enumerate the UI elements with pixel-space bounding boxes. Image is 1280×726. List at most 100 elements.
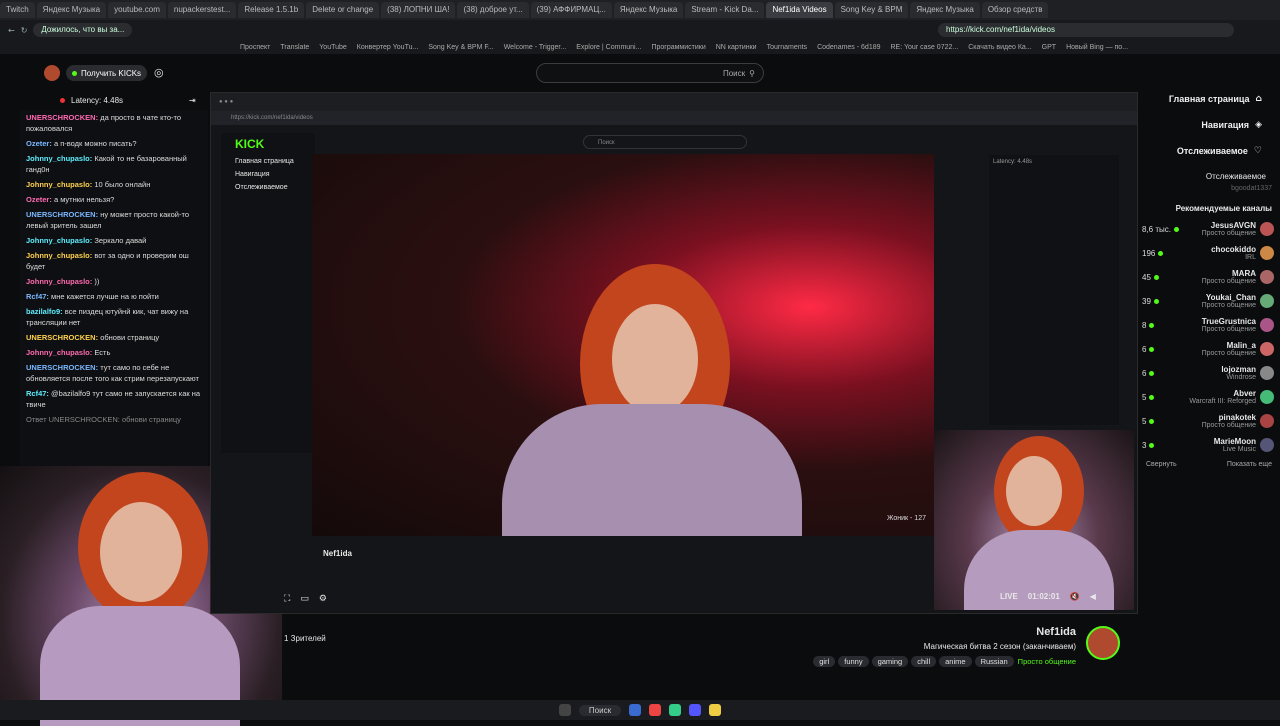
settings-icon[interactable]: ⚙ bbox=[319, 594, 327, 604]
chat-username[interactable]: Johnny_chupaslo: bbox=[26, 236, 92, 245]
browser-tab[interactable]: nupackerstest... bbox=[167, 2, 237, 18]
bookmark-item[interactable]: Translate bbox=[280, 44, 309, 51]
chrome-icon[interactable] bbox=[669, 704, 682, 716]
taskbar-search[interactable]: Поиск bbox=[578, 704, 622, 716]
recommended-channel[interactable]: 39 Youkai_Chan Просто общение bbox=[1138, 289, 1280, 313]
browser-tab[interactable]: Stream - Kick Da... bbox=[685, 2, 765, 18]
bookmark-item[interactable]: Конвертер YouTu... bbox=[357, 44, 419, 51]
collapse-chat-icon[interactable]: ⇥ bbox=[189, 96, 196, 105]
reload-icon[interactable]: ↻ bbox=[21, 26, 28, 35]
browser-tab[interactable]: (38) ЛОПНИ ША! bbox=[381, 2, 456, 18]
browser-tab[interactable]: Song Key & BPM bbox=[834, 2, 909, 18]
bookmark-item[interactable]: Программистики bbox=[651, 44, 705, 51]
stream-tag[interactable]: chill bbox=[911, 656, 937, 667]
bookmark-item[interactable]: NN картинки bbox=[716, 44, 757, 51]
bookmark-item[interactable]: Скачать видео Ка... bbox=[968, 44, 1031, 51]
bookmark-item[interactable]: Explore | Communi... bbox=[576, 44, 641, 51]
chat-username[interactable]: Ozeter: bbox=[26, 139, 52, 148]
chat-username[interactable]: Johnny_chupaslo: bbox=[26, 251, 92, 260]
chat-username[interactable]: Johnny_chupaslo: bbox=[26, 154, 92, 163]
bookmark-item[interactable]: GPT bbox=[1042, 44, 1056, 51]
browser-tab[interactable]: (38) доброе ут... bbox=[457, 2, 529, 18]
search-input[interactable]: Поиск ⚲ bbox=[536, 63, 764, 83]
discord-icon[interactable] bbox=[689, 704, 702, 716]
recommended-channel[interactable]: 45 MARA Просто общение bbox=[1138, 265, 1280, 289]
recommended-channel[interactable]: 5 Abver Warcraft III: Reforged bbox=[1138, 385, 1280, 409]
browser-tab[interactable]: Nef1ida Videos bbox=[766, 2, 833, 18]
theater-icon[interactable]: ▭ bbox=[300, 594, 309, 604]
browser-icon[interactable] bbox=[629, 704, 642, 716]
recommended-channel[interactable]: 3 MarieMoon Live Music bbox=[1138, 433, 1280, 457]
following-user[interactable]: bgoodat1337 bbox=[1138, 183, 1280, 200]
stream-tag[interactable]: funny bbox=[838, 656, 869, 667]
chat-username[interactable]: bazilalfo9: bbox=[26, 307, 63, 316]
fullscreen-icon[interactable]: ⛶ bbox=[284, 594, 290, 604]
recommended-channel[interactable]: 6 lojozman Windrose bbox=[1138, 361, 1280, 385]
avatar[interactable] bbox=[44, 65, 60, 81]
stream-tag[interactable]: anime bbox=[939, 656, 972, 667]
show-more-link[interactable]: Показать еще bbox=[1227, 461, 1272, 468]
recommended-channel[interactable]: 196 chocokiddo IRL bbox=[1138, 241, 1280, 265]
stream-tag[interactable]: Russian bbox=[974, 656, 1014, 667]
recommended-channel[interactable]: 8 TrueGrustnica Просто общение bbox=[1138, 313, 1280, 337]
nav-browse[interactable]: Навигация ◈ bbox=[1138, 112, 1280, 138]
profile-chip[interactable]: Дожилось, что вы за... bbox=[33, 23, 133, 37]
browser-tab[interactable]: Release 1.5.1b bbox=[238, 2, 305, 18]
bookmark-item[interactable]: YouTube bbox=[319, 44, 347, 51]
nav-home[interactable]: Главная страница ⌂ bbox=[1138, 86, 1280, 112]
chat-username[interactable]: UNERSCHROCKEN: bbox=[26, 333, 98, 342]
stream-tag[interactable]: girl bbox=[813, 656, 836, 667]
channel-text: Abver Warcraft III: Reforged bbox=[1189, 389, 1256, 405]
browser-tab[interactable]: Обзор средств bbox=[981, 2, 1049, 18]
browser-tab[interactable]: Яндекс Музыка bbox=[613, 2, 684, 18]
recommended-channel[interactable]: 6 Malin_a Просто общение bbox=[1138, 337, 1280, 361]
chat-username[interactable]: UNERSCHROCKEN: bbox=[26, 210, 98, 219]
opera-icon[interactable] bbox=[649, 704, 662, 716]
search-icon[interactable]: ⚲ bbox=[749, 69, 755, 78]
chat-username[interactable]: Rcf47: bbox=[26, 389, 49, 398]
streamer-avatar[interactable] bbox=[1086, 626, 1120, 660]
chat-username[interactable]: Johnny_chupaslo: bbox=[26, 180, 92, 189]
bookmark-item[interactable]: Codenames - 6d189 bbox=[817, 44, 880, 51]
stream-tag[interactable]: gaming bbox=[871, 656, 909, 667]
address-field[interactable]: https://kick.com/nef1ida/videos bbox=[938, 23, 1234, 37]
search-placeholder: Поиск bbox=[722, 68, 746, 78]
chat-username[interactable]: Ozeter: bbox=[26, 195, 52, 204]
chat-username[interactable]: Rcf47: bbox=[26, 292, 49, 301]
browser-tab[interactable]: Яндекс Музыка bbox=[36, 2, 107, 18]
browser-tab[interactable]: (39) АФФИРМАЦ... bbox=[530, 2, 612, 18]
browser-tab[interactable]: youtube.com bbox=[108, 2, 166, 18]
back-icon[interactable]: ← bbox=[8, 26, 15, 35]
stream-category[interactable]: Просто общение bbox=[1018, 657, 1076, 666]
chat-username[interactable]: UNERSCHROCKEN: bbox=[26, 363, 98, 372]
capture-stream-name: Nef1ida bbox=[323, 549, 352, 558]
bookmark-item[interactable]: RE: Your case 0722... bbox=[891, 44, 959, 51]
chat-username[interactable]: Johnny_chupaslo: bbox=[26, 277, 92, 286]
video-player[interactable]: Жоник - 127 bbox=[312, 154, 934, 536]
bookmark-item[interactable]: Song Key & BPM F... bbox=[428, 44, 493, 51]
chat-message: Ozeter: а мутнки нельзя? bbox=[20, 192, 208, 207]
folder-icon[interactable] bbox=[709, 704, 722, 716]
nav-following[interactable]: Отслеживаемое ♡ bbox=[1138, 138, 1280, 164]
play-icon[interactable]: ◀ bbox=[1090, 592, 1096, 601]
start-icon[interactable] bbox=[558, 704, 571, 716]
volume-icon[interactable]: 🔇 bbox=[1070, 592, 1080, 601]
bookmark-item[interactable]: Tournaments bbox=[767, 44, 807, 51]
browser-tab[interactable]: Яндекс Музыка bbox=[910, 2, 980, 18]
recommended-channel[interactable]: 8,6 тыс. JesusAVGN Просто общение bbox=[1138, 217, 1280, 241]
chat-username[interactable]: Johnny_chupaslo: bbox=[26, 348, 92, 357]
bookmark-item[interactable]: Новый Bing — по... bbox=[1066, 44, 1128, 51]
channel-identity: lojozman Windrose bbox=[1221, 365, 1274, 381]
channel-avatar bbox=[1260, 438, 1274, 452]
bookmark-item[interactable]: Welcome - Trigger... bbox=[504, 44, 567, 51]
streamer-name[interactable]: Nef1ida bbox=[1036, 626, 1076, 638]
chat-bubble-icon[interactable]: ◎ bbox=[154, 66, 164, 79]
channel-viewers: 8 bbox=[1142, 321, 1155, 330]
recommended-channel[interactable]: 5 pinakotek Просто общение bbox=[1138, 409, 1280, 433]
chat-username[interactable]: UNERSCHROCKEN: bbox=[26, 113, 98, 122]
get-kicks-button[interactable]: Получить KICKs bbox=[66, 65, 148, 81]
browser-tab[interactable]: Delete or change bbox=[306, 2, 380, 18]
bookmark-item[interactable]: Проспект bbox=[240, 44, 270, 51]
browser-tab[interactable]: Twitch bbox=[0, 2, 35, 18]
collapse-link[interactable]: Свернуть bbox=[1146, 461, 1177, 468]
